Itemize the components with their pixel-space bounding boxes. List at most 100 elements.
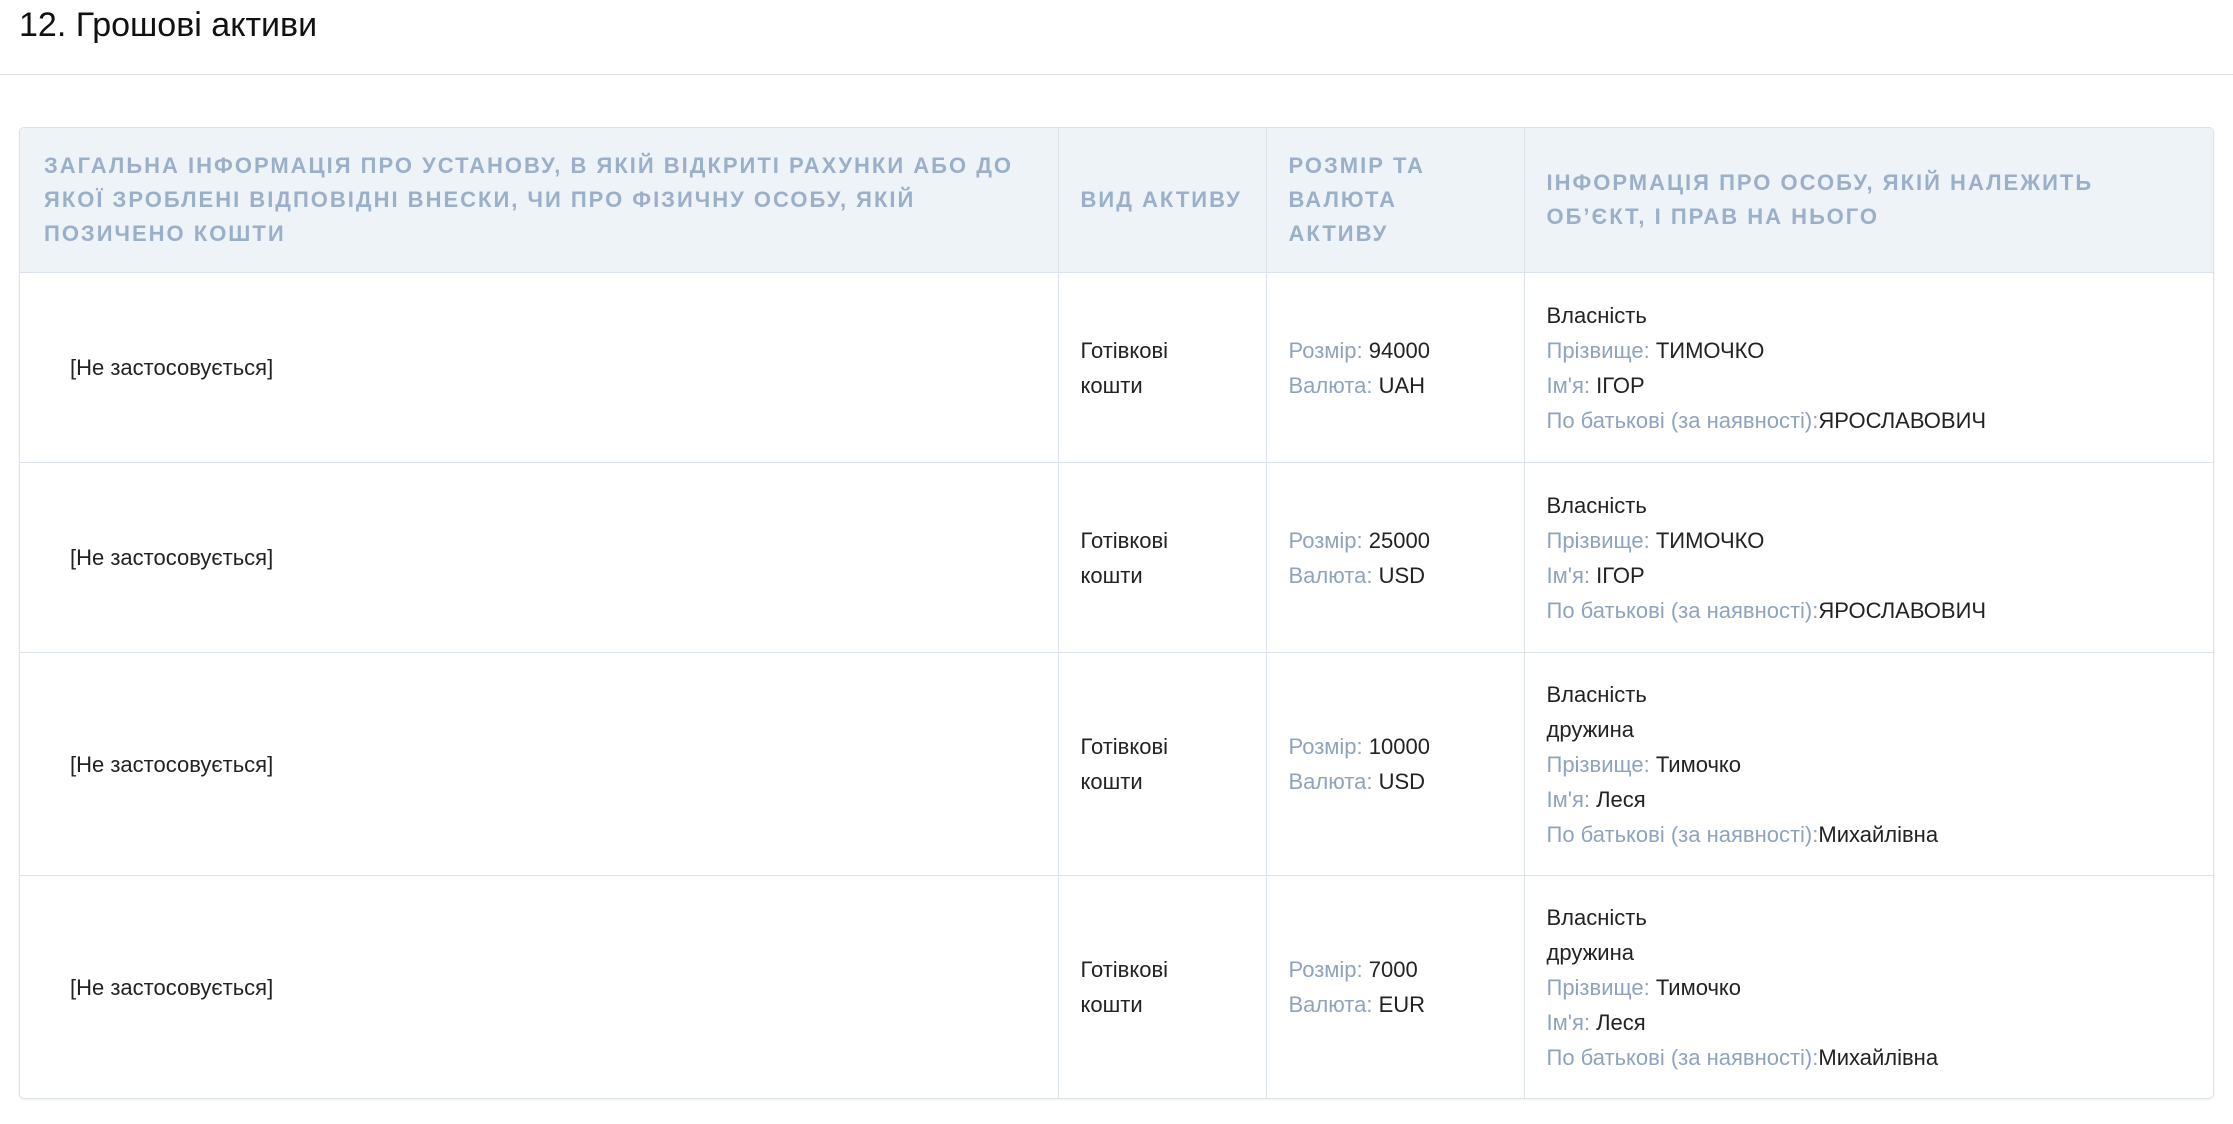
currency-value: UAH	[1378, 372, 1426, 398]
name-value: Леся	[1596, 1009, 1646, 1035]
surname-value: ТИМОЧКО	[1655, 527, 1765, 553]
owner-relation: дружина	[1546, 716, 1634, 742]
cell-owner-info: Власність Прізвище: ТИМОЧКО Ім'я: ІГОР П…	[1523, 462, 2213, 653]
ownership-right: Власність	[1546, 904, 1647, 930]
surname-line: Прізвище: Тимочко	[1547, 747, 2192, 782]
surname-line: Прізвище: ТИМОЧКО	[1547, 523, 2192, 558]
amount-line: Розмір: 25000	[1289, 523, 1502, 558]
ownership-right: Власність	[1546, 492, 1647, 518]
currency-line: Валюта: UAH	[1289, 368, 1502, 403]
cell-institution: [Не застосовується]	[20, 652, 1058, 876]
cell-asset-type: Готівкові кошти	[1057, 272, 1266, 463]
amount-label: Розмір:	[1288, 337, 1369, 363]
cell-institution: [Не застосовується]	[20, 462, 1058, 653]
institution-text: [Не застосовується]	[70, 545, 274, 570]
name-label: Ім'я:	[1546, 562, 1597, 588]
asset-type-line2: кошти	[1080, 562, 1143, 588]
name-value: ІГОР	[1596, 562, 1645, 588]
name-line: Ім'я: Леся	[1547, 782, 2192, 817]
table-row: [Не застосовується] Готівкові кошти Розм…	[20, 462, 2213, 653]
surname-label: Прізвище:	[1546, 974, 1656, 1000]
cell-owner-info: Власність Прізвище: ТИМОЧКО Ім'я: ІГОР П…	[1523, 272, 2213, 463]
asset-type-line2: кошти	[1080, 372, 1143, 398]
surname-label: Прізвище:	[1546, 527, 1656, 553]
asset-type-line1: Готівкові	[1080, 957, 1169, 982]
asset-type-line1: Готівкові	[1080, 337, 1169, 363]
surname-value: Тимочко	[1655, 751, 1742, 777]
amount-line: Розмір: 10000	[1289, 729, 1502, 764]
amount-label: Розмір:	[1288, 734, 1369, 759]
institution-text: [Не застосовується]	[70, 751, 274, 777]
currency-value: USD	[1378, 769, 1426, 794]
amount-label: Розмір:	[1288, 957, 1369, 982]
cell-amount-currency: Розмір: 94000 Валюта: UAH	[1265, 272, 1524, 463]
surname-label: Прізвище:	[1546, 751, 1656, 777]
section-title: 12. Грошові активи	[19, 6, 318, 44]
surname-value: ТИМОЧКО	[1655, 337, 1765, 363]
owner-relation: дружина	[1546, 939, 1634, 965]
cell-asset-type: Готівкові кошти	[1057, 875, 1266, 1098]
surname-line: Прізвище: ТИМОЧКО	[1547, 333, 2192, 368]
table-row: [Не застосовується] Готівкові кошти Розм…	[20, 652, 2213, 876]
amount-value: 10000	[1368, 734, 1430, 759]
asset-type-line2: кошти	[1080, 992, 1143, 1017]
name-value: ІГОР	[1596, 372, 1645, 398]
cell-institution: [Не застосовується]	[20, 272, 1058, 463]
name-label: Ім'я:	[1546, 786, 1597, 812]
amount-value: 7000	[1368, 957, 1418, 982]
amount-line: Розмір: 94000	[1289, 333, 1502, 368]
name-line: Ім'я: Леся	[1547, 1005, 2192, 1040]
currency-label: Валюта:	[1288, 562, 1379, 588]
name-label: Ім'я:	[1546, 372, 1597, 398]
patronymic-line: По батькові (за наявності):Михайлівна	[1547, 817, 2192, 852]
patronymic-label: По батькові (за наявності):	[1546, 1044, 1819, 1070]
patronymic-label: По батькові (за наявності):	[1546, 821, 1819, 847]
amount-label: Розмір:	[1288, 527, 1369, 553]
patronymic-line: По батькові (за наявності):ЯРОСЛАВОВИЧ	[1547, 403, 2192, 438]
cell-asset-type: Готівкові кошти	[1057, 462, 1266, 653]
table-row: [Не застосовується] Готівкові кошти Розм…	[20, 875, 2213, 1098]
table-row: [Не застосовується] Готівкові кошти Розм…	[20, 272, 2213, 463]
section-divider	[0, 74, 2233, 75]
monetary-assets-table: Загальна інформація про установу, в якій…	[19, 127, 2214, 1099]
amount-value: 25000	[1368, 527, 1430, 553]
header-amount-currency: Розмір та валюта активу	[1265, 128, 1524, 273]
patronymic-value: ЯРОСЛАВОВИЧ	[1818, 407, 1987, 433]
currency-label: Валюта:	[1288, 372, 1379, 398]
cell-amount-currency: Розмір: 7000 Валюта: EUR	[1265, 875, 1524, 1098]
cell-owner-info: Власність дружина Прізвище: Тимочко Ім'я…	[1523, 875, 2213, 1098]
currency-line: Валюта: EUR	[1289, 987, 1502, 1022]
asset-type-line1: Готівкові	[1080, 734, 1169, 759]
patronymic-value: ЯРОСЛАВОВИЧ	[1818, 597, 1987, 623]
name-line: Ім'я: ІГОР	[1547, 558, 2192, 593]
patronymic-label: По батькові (за наявності):	[1546, 597, 1819, 623]
name-line: Ім'я: ІГОР	[1547, 368, 2192, 403]
surname-line: Прізвище: Тимочко	[1547, 970, 2192, 1005]
patronymic-label: По батькові (за наявності):	[1546, 407, 1819, 433]
currency-line: Валюта: USD	[1289, 764, 1502, 799]
name-value: Леся	[1596, 786, 1646, 812]
cell-institution: [Не застосовується]	[20, 875, 1058, 1098]
amount-line: Розмір: 7000	[1289, 952, 1502, 987]
ownership-right: Власність	[1546, 302, 1647, 328]
patronymic-line: По батькові (за наявності):Михайлівна	[1547, 1040, 2192, 1075]
currency-label: Валюта:	[1288, 992, 1379, 1017]
institution-text: [Не застосовується]	[70, 355, 274, 380]
cell-owner-info: Власність дружина Прізвище: Тимочко Ім'я…	[1523, 652, 2213, 876]
header-owner-info: Інформація про особу, якій належить об’є…	[1523, 128, 2213, 273]
surname-value: Тимочко	[1655, 974, 1742, 1000]
patronymic-value: Михайлівна	[1818, 821, 1939, 847]
currency-line: Валюта: USD	[1289, 558, 1502, 593]
cell-amount-currency: Розмір: 10000 Валюта: USD	[1265, 652, 1524, 876]
header-institution: Загальна інформація про установу, в якій…	[20, 128, 1058, 273]
asset-type-line2: кошти	[1080, 769, 1143, 794]
amount-value: 94000	[1368, 337, 1430, 363]
table-header-row: Загальна інформація про установу, в якій…	[20, 128, 2213, 273]
asset-type-line1: Готівкові	[1080, 527, 1169, 553]
currency-value: EUR	[1378, 992, 1426, 1017]
patronymic-line: По батькові (за наявності):ЯРОСЛАВОВИЧ	[1547, 593, 2192, 628]
patronymic-value: Михайлівна	[1818, 1044, 1939, 1070]
currency-label: Валюта:	[1288, 769, 1379, 794]
name-label: Ім'я:	[1546, 1009, 1597, 1035]
institution-text: [Не застосовується]	[70, 974, 274, 1000]
